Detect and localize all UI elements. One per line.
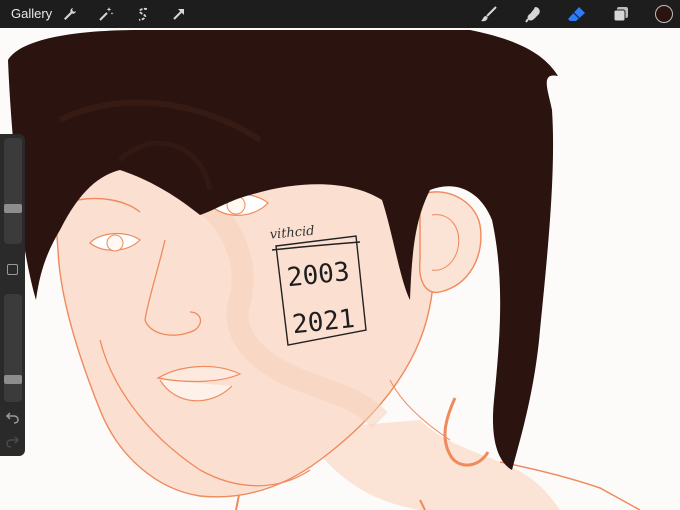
left-sidebar <box>0 134 25 456</box>
selection-icon[interactable] <box>132 3 154 25</box>
artwork: vithcid 2003 2021 <box>0 0 680 510</box>
color-picker-button[interactable] <box>653 3 675 25</box>
current-color-swatch <box>655 5 673 23</box>
eraser-icon[interactable] <box>566 3 588 25</box>
brush-size-thumb[interactable] <box>4 204 22 213</box>
gallery-button[interactable]: Gallery <box>11 6 52 21</box>
brush-icon[interactable] <box>478 3 500 25</box>
undo-icon[interactable] <box>5 410 20 424</box>
modify-button[interactable] <box>7 264 18 275</box>
wrench-icon[interactable] <box>59 3 81 25</box>
top-toolbar: Gallery <box>0 0 680 28</box>
redo-icon[interactable] <box>5 434 20 448</box>
drawing-canvas[interactable]: vithcid 2003 2021 <box>0 0 680 510</box>
left-iris <box>106 234 124 252</box>
magic-wand-icon[interactable] <box>95 3 117 25</box>
transform-arrow-icon[interactable] <box>168 3 190 25</box>
brush-size-slider[interactable] <box>4 138 22 244</box>
layers-icon[interactable] <box>610 3 632 25</box>
smudge-icon[interactable] <box>523 3 545 25</box>
opacity-thumb[interactable] <box>4 375 22 384</box>
opacity-slider[interactable] <box>4 294 22 402</box>
